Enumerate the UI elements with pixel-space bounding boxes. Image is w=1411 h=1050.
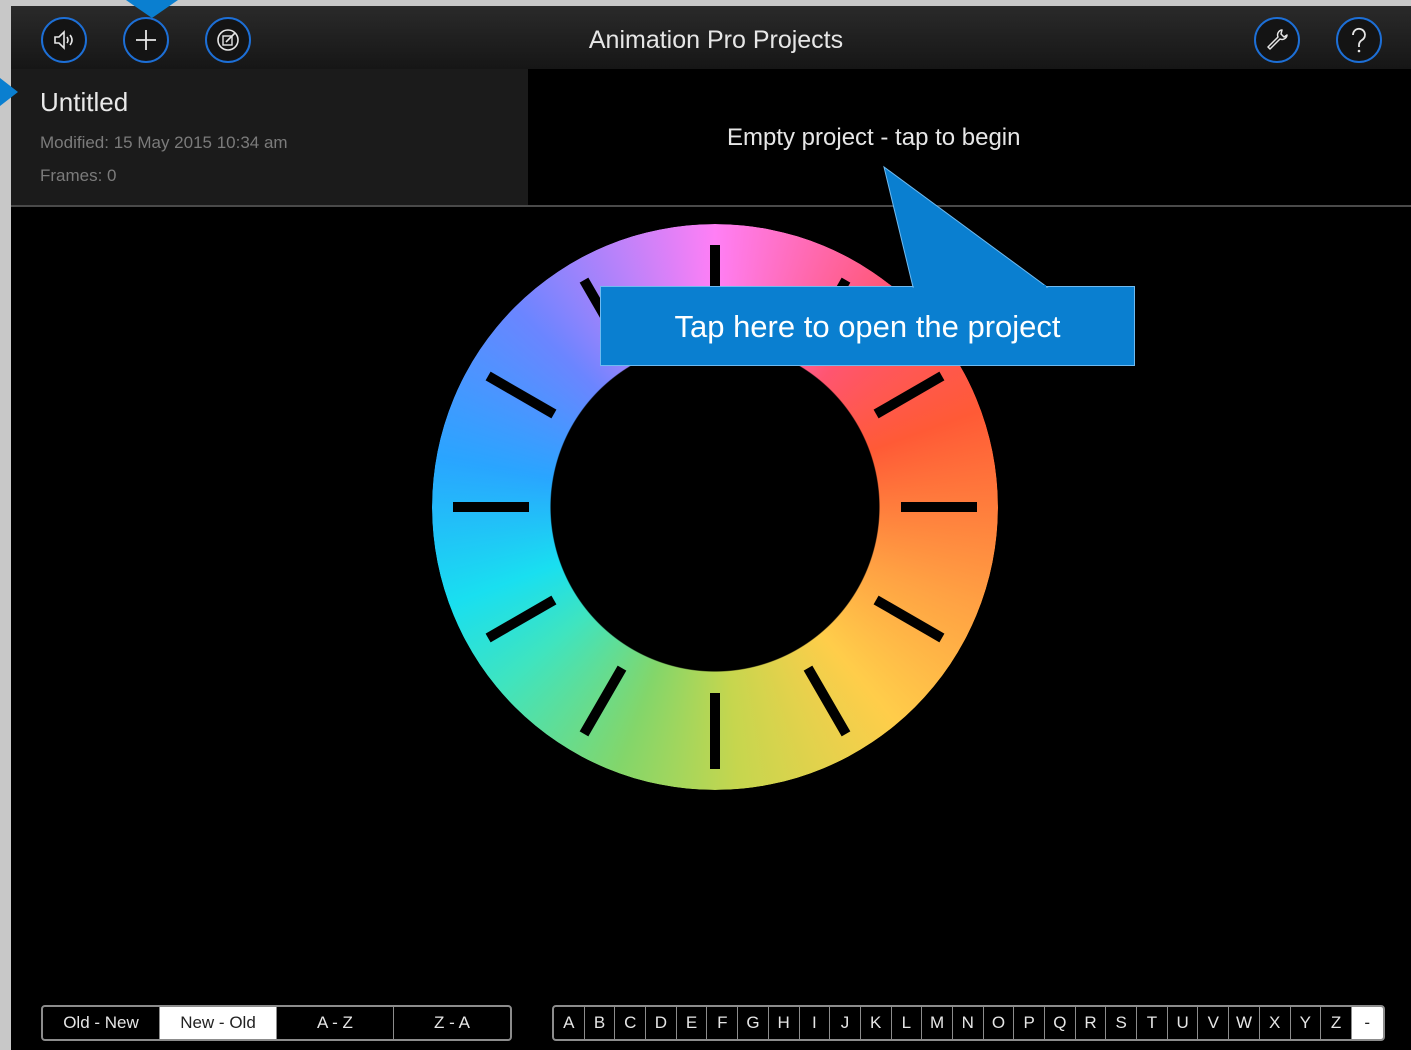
alphabet-letter[interactable]: Z bbox=[1321, 1007, 1352, 1039]
sort-option[interactable]: Old - New bbox=[43, 1007, 160, 1039]
tutorial-arrows bbox=[0, 0, 178, 106]
alphabet-index: ABCDEFGHIJKLMNOPQRSTUVWXYZ- bbox=[552, 1005, 1385, 1041]
alphabet-letter[interactable]: E bbox=[677, 1007, 708, 1039]
alphabet-letter[interactable]: F bbox=[707, 1007, 739, 1039]
alphabet-letter[interactable]: G bbox=[738, 1007, 769, 1039]
arrow-to-add-button bbox=[126, 0, 178, 18]
alphabet-letter[interactable]: P bbox=[1014, 1007, 1045, 1039]
alphabet-letter[interactable]: T bbox=[1137, 1007, 1168, 1039]
alphabet-letter[interactable]: - bbox=[1351, 1007, 1383, 1039]
alphabet-letter[interactable]: L bbox=[892, 1007, 923, 1039]
alphabet-letter[interactable]: W bbox=[1229, 1007, 1260, 1039]
wheel-spoke bbox=[873, 595, 945, 643]
alphabet-letter[interactable]: D bbox=[646, 1007, 677, 1039]
alphabet-letter[interactable]: M bbox=[922, 1007, 953, 1039]
alphabet-letter[interactable]: O bbox=[984, 1007, 1015, 1039]
alphabet-letter[interactable]: S bbox=[1106, 1007, 1138, 1039]
app-screen: Animation Pro Projects Untitled Modified… bbox=[11, 6, 1411, 1050]
alphabet-letter[interactable]: K bbox=[861, 1007, 892, 1039]
alphabet-letter[interactable]: Y bbox=[1291, 1007, 1322, 1039]
alphabet-letter[interactable]: C bbox=[615, 1007, 647, 1039]
bottom-bar: Old - New New - Old A - ZZ - A ABCDEFGHIJK… bbox=[11, 997, 1411, 1050]
sort-option[interactable]: Z - A bbox=[394, 1007, 510, 1039]
wheel-spoke bbox=[579, 665, 627, 737]
sort-option[interactable]: New - Old bbox=[160, 1007, 277, 1039]
wheel-spoke bbox=[485, 595, 557, 643]
alphabet-letter[interactable]: V bbox=[1198, 1007, 1230, 1039]
alphabet-letter[interactable]: B bbox=[585, 1007, 616, 1039]
sort-option[interactable]: A - Z bbox=[277, 1007, 394, 1039]
alphabet-letter[interactable]: A bbox=[554, 1007, 585, 1039]
alphabet-letter[interactable]: Q bbox=[1045, 1007, 1076, 1039]
arrow-to-project-card bbox=[0, 78, 18, 106]
alphabet-letter[interactable]: R bbox=[1076, 1007, 1107, 1039]
wheel-spoke bbox=[803, 665, 851, 737]
alphabet-letter[interactable]: N bbox=[953, 1007, 984, 1039]
alphabet-letter[interactable]: H bbox=[769, 1007, 800, 1039]
alphabet-letter[interactable]: X bbox=[1260, 1007, 1291, 1039]
sort-segmented-control: Old - New New - Old A - ZZ - A bbox=[41, 1005, 512, 1041]
alphabet-letter[interactable]: J bbox=[830, 1007, 861, 1039]
alphabet-letter[interactable]: U bbox=[1168, 1007, 1199, 1039]
alphabet-letter[interactable]: I bbox=[800, 1007, 831, 1039]
